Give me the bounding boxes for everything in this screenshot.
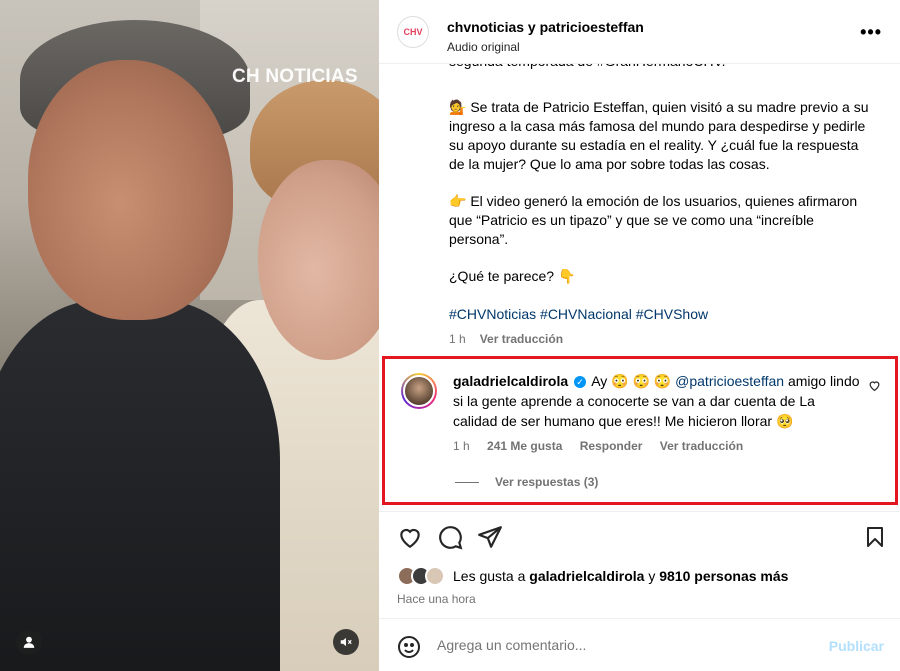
heart-icon bbox=[869, 381, 880, 392]
emoji-picker-button[interactable] bbox=[397, 635, 421, 664]
speaker-muted-icon bbox=[340, 637, 352, 647]
caption-text: Se trata de Patricio Esteffan, quien vis… bbox=[449, 99, 869, 172]
verified-badge-icon: ✓ bbox=[574, 376, 587, 389]
commenter-avatar[interactable] bbox=[401, 373, 437, 409]
comment-body: galadrielcaldirola ✓ Ay 😳 😳 😳 @patricioe… bbox=[453, 371, 863, 431]
likes-user[interactable]: galadrielcaldirola bbox=[529, 568, 644, 584]
comment-mention[interactable]: @patricioesteffan bbox=[675, 373, 784, 389]
likes-others[interactable]: 9810 personas más bbox=[659, 568, 788, 584]
like-button[interactable] bbox=[397, 524, 423, 555]
avatar-text: CHV bbox=[403, 27, 423, 37]
caption-time: 1 h bbox=[449, 332, 466, 346]
comment-button[interactable] bbox=[437, 524, 463, 555]
comment-meta: 1 h 241 Me gusta Responder Ver traducció… bbox=[453, 439, 757, 453]
caption-translate-link[interactable]: Ver traducción bbox=[480, 332, 563, 346]
likes-prefix: Les gusta a bbox=[453, 568, 526, 584]
caption-paragraph-3: ¿Qué te parece? 👇 bbox=[449, 268, 576, 284]
commenter-username[interactable]: galadrielcaldirola bbox=[453, 373, 568, 389]
post-panel: CHV chvnoticias y patricioesteffan Audio… bbox=[379, 0, 900, 671]
reply-button[interactable]: Responder bbox=[580, 439, 643, 453]
comment-likes-count[interactable]: 241 Me gusta bbox=[487, 439, 562, 453]
replies-divider bbox=[455, 482, 479, 484]
account-avatar[interactable]: CHV bbox=[397, 16, 429, 48]
comment-time: 1 h bbox=[453, 439, 470, 453]
heart-icon bbox=[400, 528, 420, 549]
caption-paragraph-2: 👉 El video generó la emoción de los usua… bbox=[449, 192, 869, 249]
caption-paragraph-1: 💁 Se trata de Patricio Esteffan, quien v… bbox=[449, 98, 869, 174]
more-options-icon[interactable]: ••• bbox=[860, 22, 882, 43]
divider bbox=[379, 511, 900, 512]
likes-summary: Les gusta a galadrielcaldirola y 9810 pe… bbox=[397, 566, 788, 586]
liker-avatar bbox=[425, 566, 445, 586]
account-names[interactable]: chvnoticias y patricioesteffan bbox=[447, 19, 644, 35]
highlighted-comment: galadrielcaldirola ✓ Ay 😳 😳 😳 @patricioe… bbox=[382, 356, 898, 505]
paper-plane-icon bbox=[478, 526, 502, 548]
view-replies-button[interactable]: Ver respuestas (3) bbox=[455, 475, 598, 489]
mute-button[interactable] bbox=[333, 629, 359, 655]
media-man-jacket bbox=[0, 300, 280, 671]
comment-composer: Publicar bbox=[379, 619, 900, 671]
share-button[interactable] bbox=[477, 524, 503, 555]
liker-avatars[interactable] bbox=[397, 566, 445, 586]
caption-hashtags[interactable]: #CHVNoticias #CHVNacional #CHVShow bbox=[449, 305, 869, 324]
caption-meta: 1 h Ver traducción bbox=[449, 332, 563, 346]
user-icon bbox=[23, 636, 35, 648]
post-header: CHV chvnoticias y patricioesteffan Audio… bbox=[379, 0, 900, 64]
comment-bubble-icon bbox=[439, 526, 463, 550]
view-replies-label: Ver respuestas (3) bbox=[495, 475, 599, 489]
post-actions bbox=[397, 524, 887, 552]
post-media[interactable]: CH NOTICIAS bbox=[0, 0, 379, 671]
emoji: 👉 bbox=[449, 193, 467, 209]
media-man-face bbox=[28, 60, 233, 320]
audio-label[interactable]: Audio original bbox=[447, 40, 520, 54]
emoji: 💁 bbox=[449, 99, 467, 115]
post-time: Hace una hora bbox=[397, 592, 476, 606]
smiley-icon bbox=[398, 636, 420, 658]
comment-translate-link[interactable]: Ver traducción bbox=[660, 439, 743, 453]
save-button[interactable] bbox=[863, 524, 887, 555]
brand-watermark: CH NOTICIAS bbox=[232, 66, 358, 87]
likes-middle: y bbox=[648, 568, 656, 584]
bookmark-icon bbox=[867, 527, 883, 547]
comment-text-start: Ay 😳 😳 😳 bbox=[591, 373, 672, 389]
caption-text: El video generó la emoción de los usuari… bbox=[449, 193, 858, 247]
tagged-user-button[interactable] bbox=[16, 629, 42, 655]
publish-button[interactable]: Publicar bbox=[829, 638, 884, 654]
comment-input[interactable] bbox=[437, 637, 817, 653]
comment-like-button[interactable] bbox=[868, 379, 881, 397]
